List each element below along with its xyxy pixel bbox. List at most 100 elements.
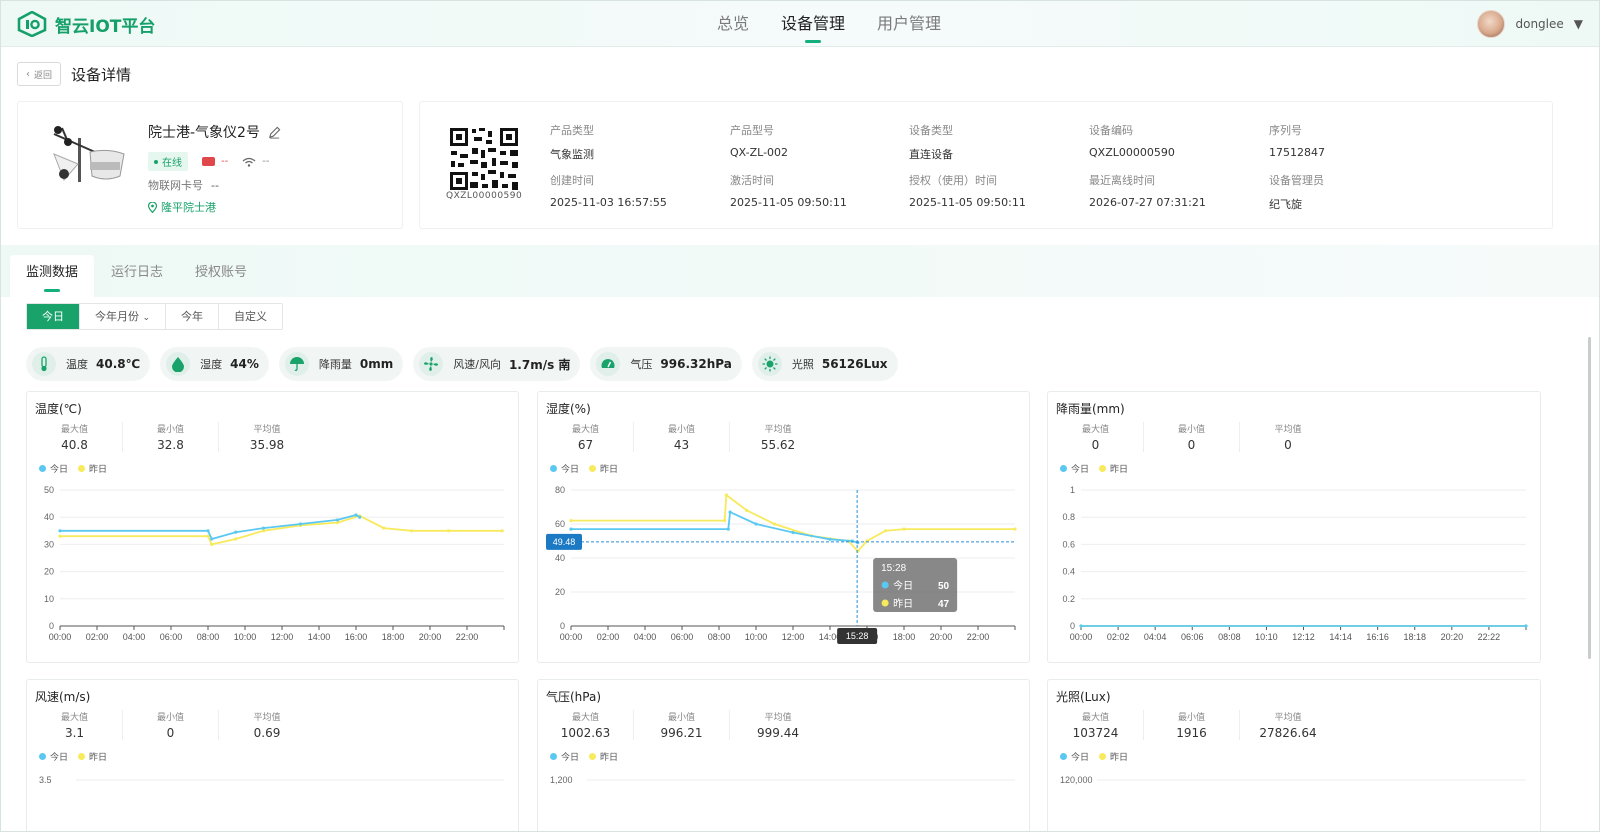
filter-custom[interactable]: 自定义 [219, 304, 283, 329]
battery-status: -- [202, 156, 228, 167]
legend-yesterday[interactable]: 昨日 [78, 750, 107, 763]
metric-label: 降雨量 [318, 358, 352, 371]
data-point [1013, 527, 1017, 531]
legend-dot-icon [78, 753, 86, 760]
stat-value: 27826.64 [1259, 726, 1317, 740]
x-tick-label: 08:00 [197, 632, 220, 642]
chevron-down-icon: ⌄ [142, 313, 151, 323]
info-value: 2025-11-05 09:50:11 [730, 196, 847, 209]
logo[interactable]: 智云IOT平台 [17, 11, 155, 37]
chart-stats: 最大值 1002.63 最小值 996.21 平均值 999.44 [538, 710, 826, 740]
x-tick-label: 16:00 [345, 632, 368, 642]
back-button[interactable]: ‹ 返回 [17, 62, 62, 86]
legend-yesterday[interactable]: 昨日 [1099, 462, 1128, 475]
data-point [210, 537, 214, 541]
stat-avg: 平均值 55.62 [730, 422, 826, 452]
info-device-type: 设备类型 直连设备 [909, 122, 1079, 162]
stat-label: 平均值 [253, 713, 281, 723]
info-label: 创建时间 [550, 174, 594, 187]
caret-down-icon: ▼ [1573, 17, 1583, 31]
tooltip-time: 15:28 [881, 563, 906, 574]
stat-label: 最小值 [667, 425, 695, 435]
info-label: 设备编码 [1089, 124, 1133, 137]
stat-value: 0 [1091, 438, 1100, 452]
nav-device-management[interactable]: 设备管理 [765, 1, 861, 47]
chart-plot[interactable]: 120,000 [1048, 766, 1542, 832]
y-tick-label: 80 [555, 485, 565, 495]
chart-plot[interactable]: 0 10 20 30 40 50 00:00 02:00 04:00 06:00 08:00 10:0… [27, 478, 520, 664]
legend-yesterday[interactable]: 昨日 [1099, 750, 1128, 763]
filter-today[interactable]: 今日 [27, 304, 80, 329]
page-scrollbar[interactable] [1588, 337, 1591, 659]
metrics-bar: 温度 40.8℃ 湿度 44% 降雨量 0mm 风速/风向 1.7m/s 南 气压 996… [26, 347, 908, 381]
x-tick-label: 00:00 [560, 632, 583, 642]
filter-month-select[interactable]: 今年月份 ⌄ [80, 304, 167, 329]
location-link[interactable]: 隆平院士港 [148, 199, 216, 215]
x-tick-label: 04:00 [123, 632, 146, 642]
device-info-card: QXZL00000590 产品类型 气象监测 产品型号 QX-ZL-002 设备类型… [419, 101, 1553, 229]
legend-dot-icon [1060, 753, 1067, 760]
y-tick-label: 120,000 [1060, 775, 1093, 785]
data-point [298, 522, 303, 526]
tab-run-log[interactable]: 运行日志 [95, 255, 179, 297]
x-tick-label: 14:00 [308, 632, 331, 642]
chart-plot[interactable]: 1,200 [538, 766, 1031, 832]
metric-label: 湿度 [200, 358, 223, 371]
page-title: 设备详情 [71, 65, 132, 84]
legend-today[interactable]: 今日 [1060, 750, 1089, 763]
legend-today[interactable]: 今日 [1060, 462, 1089, 475]
legend-today[interactable]: 今日 [550, 462, 579, 475]
x-tick-label: 18:00 [382, 632, 405, 642]
avatar[interactable] [1477, 10, 1506, 38]
y-tick-label: 1 [1070, 485, 1075, 495]
chart-card-wind-speed: 风速(m/s) 最大值 3.1 最小值 0 平均值 0.69 今日 昨日 3.5 [26, 679, 520, 832]
stat-max: 最大值 67 [538, 422, 634, 452]
chart-plot[interactable]: 0 20 40 60 80 00:00 02:00 04:00 06:00 08:00 10:00 1… [538, 478, 1031, 664]
x-tick-label: 08:00 [708, 632, 731, 642]
legend-label: 今日 [50, 465, 69, 475]
stat-value: 1002.63 [560, 726, 611, 740]
info-value: 直连设备 [909, 148, 953, 161]
edit-icon[interactable] [268, 126, 281, 139]
data-point [745, 508, 749, 512]
metric-label: 风速/风向 [453, 358, 501, 371]
legend-yesterday[interactable]: 昨日 [589, 462, 618, 475]
series-line-today[interactable] [571, 510, 859, 544]
qr-code-icon[interactable] [448, 126, 520, 192]
stat-label: 最大值 [1081, 713, 1109, 723]
filter-month-label: 今年月份 [95, 310, 139, 323]
y-tick-label: 20 [555, 587, 565, 597]
sun-icon [757, 352, 782, 376]
legend-today[interactable]: 今日 [39, 750, 68, 763]
chart-plot[interactable]: 0 0.2 0.4 0.6 0.8 1 00:00 02:02 04:04 06:06 08:08 1… [1048, 478, 1542, 664]
tooltip-series-value: 50 [938, 581, 950, 592]
nav-user-management[interactable]: 用户管理 [861, 1, 957, 47]
legend-today[interactable]: 今日 [550, 750, 579, 763]
device-image [34, 118, 130, 212]
series-line-yesterday[interactable] [571, 493, 1015, 553]
x-tick-label: 10:00 [234, 632, 257, 642]
legend-yesterday[interactable]: 昨日 [78, 462, 107, 475]
x-tick-label: 00:00 [49, 632, 72, 642]
x-tick-label: 22:22 [1478, 632, 1501, 642]
data-point [902, 527, 906, 531]
info-device-code: 设备编码 QXZL00000590 [1089, 122, 1259, 159]
info-label: 序列号 [1269, 124, 1302, 137]
stat-value: 43 [673, 438, 690, 452]
legend-today[interactable]: 今日 [39, 462, 68, 475]
tab-monitoring-data[interactable]: 监测数据 [10, 255, 95, 297]
data-point [234, 537, 238, 541]
filter-this-year[interactable]: 今年 [166, 304, 220, 329]
droplet-icon [166, 352, 191, 376]
nav-overview[interactable]: 总览 [701, 1, 765, 47]
x-tick-label: 06:00 [160, 632, 183, 642]
y-tick-label: 10 [44, 594, 54, 604]
stat-max: 最大值 103724 [1048, 710, 1144, 740]
legend-yesterday[interactable]: 昨日 [589, 750, 618, 763]
legend-label: 今日 [561, 465, 580, 475]
user-menu[interactable]: donglee ▼ [1477, 10, 1583, 38]
data-point [446, 529, 451, 533]
chart-plot[interactable]: 3.5 [27, 766, 520, 832]
tooltip-series-label: 今日 [893, 579, 913, 592]
tab-authorized-accounts[interactable]: 授权账号 [179, 255, 263, 297]
